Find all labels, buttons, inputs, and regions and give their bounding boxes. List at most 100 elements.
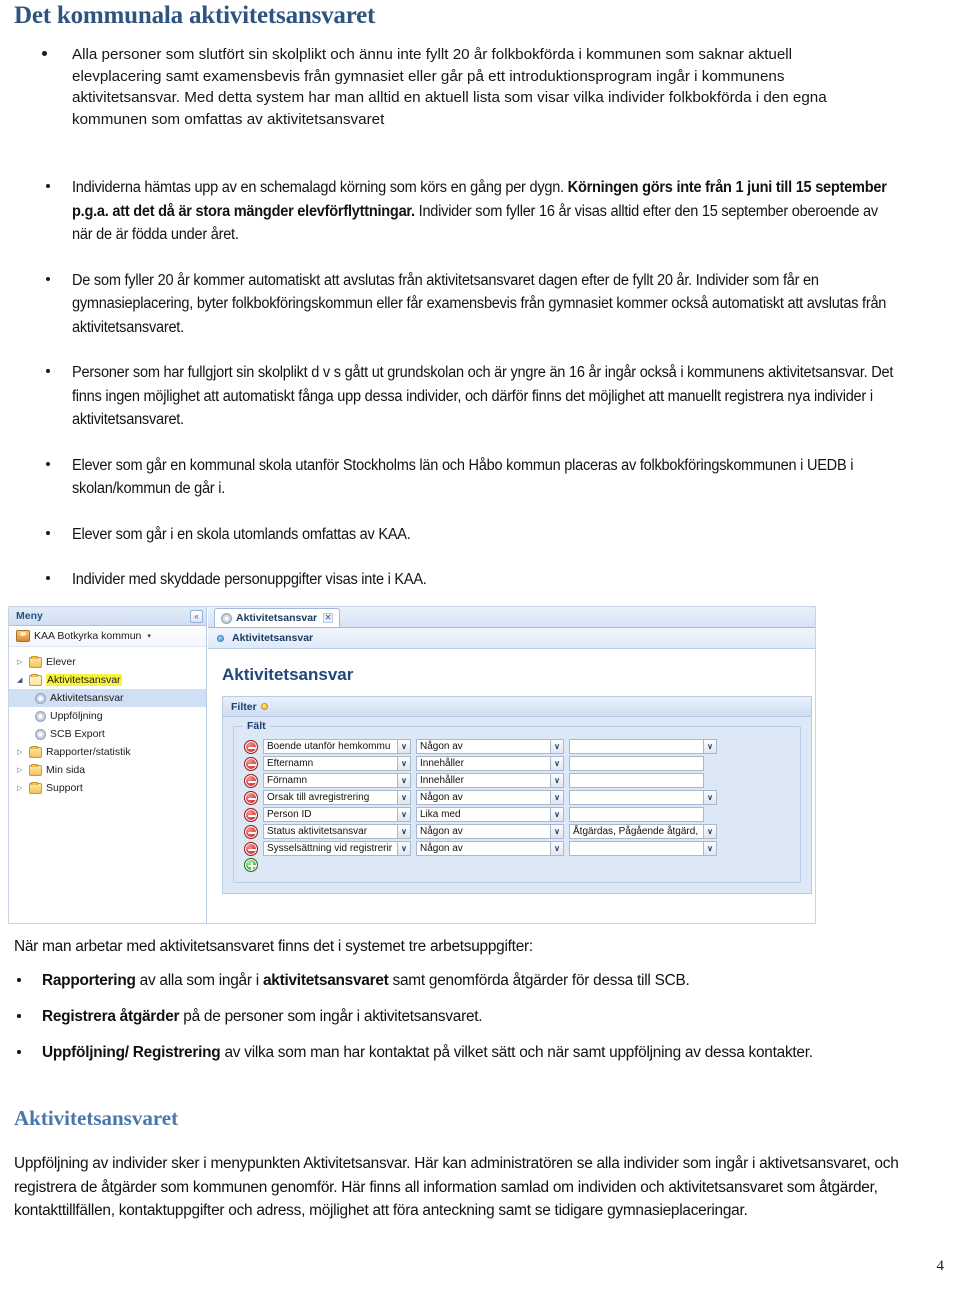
chevron-right-icon[interactable]: ▷ [17, 767, 25, 774]
filter-value-select[interactable]: ∨ [569, 841, 717, 856]
filter-value-input[interactable] [569, 807, 704, 822]
filter-field-select[interactable]: Sysselsättning vid registrerir ∨ [263, 841, 411, 856]
chevron-down-icon[interactable]: ∨ [550, 808, 563, 821]
chevron-down-icon[interactable]: ∨ [550, 740, 563, 753]
filter-value-input[interactable] [569, 773, 704, 788]
tree-item-aktivitetsansvar[interactable]: ◢ Aktivitetsansvar [9, 671, 206, 689]
chevron-down-icon[interactable]: ∨ [397, 825, 410, 838]
filter-field-select-value: Boende utanför hemkommu [267, 741, 391, 752]
chevron-down-icon[interactable]: ◢ [17, 677, 25, 684]
page-title: Det kommunala aktivitetsansvaret [14, 2, 376, 29]
tree-item-scb-export[interactable]: SCB Export [9, 725, 206, 743]
chevron-down-icon[interactable]: ∨ [397, 774, 410, 787]
bullet-dot-icon [46, 530, 50, 535]
chevron-down-icon[interactable]: ∨ [397, 808, 410, 821]
filter-value-select-value [570, 791, 703, 804]
tree-item-uppf-ljning[interactable]: Uppföljning [9, 707, 206, 725]
narrow-bullet-list: Individerna hämtas upp av en schemalagd … [0, 176, 960, 592]
chevron-down-icon[interactable]: ∨ [703, 740, 716, 753]
chevron-right-icon[interactable]: ▷ [17, 785, 25, 792]
tree-item-min-sida[interactable]: ▷ Min sida [9, 761, 206, 779]
filter-field-select[interactable]: Boende utanför hemkommu ∨ [263, 739, 411, 754]
narrow-bullet-text: Elever som går en kommunal skola utanför… [72, 456, 854, 498]
breadcrumb-label: Aktivitetsansvar [232, 632, 314, 644]
chevron-down-icon[interactable]: ∨ [550, 757, 563, 770]
folder-icon [29, 655, 42, 668]
filter-field-select[interactable]: Efternamn ∨ [263, 756, 411, 771]
gear-icon [35, 692, 46, 704]
filter-operator-select[interactable]: Någon av ∨ [416, 824, 564, 839]
chevron-down-icon[interactable]: ∨ [397, 740, 410, 753]
remove-filter-row-icon[interactable] [244, 807, 258, 822]
chevron-down-icon[interactable]: ∨ [550, 791, 563, 804]
chevron-right-icon[interactable]: ▷ [17, 659, 25, 666]
chevron-down-icon[interactable]: ∨ [397, 842, 410, 855]
filter-value-select[interactable]: ∨ [569, 790, 717, 805]
work-task-text: Registrera åtgärder på de personer som i… [42, 1008, 483, 1025]
filter-operator-select[interactable]: Lika med ∨ [416, 807, 564, 822]
tree-item-support[interactable]: ▷ Support [9, 779, 206, 797]
filter-operator-select[interactable]: Innehåller ∨ [416, 773, 564, 788]
filter-field-select-value: Orsak till avregistrering [267, 792, 370, 803]
list-item: Alla personer som slutfört sin skolplikt… [0, 44, 960, 130]
remove-filter-row-icon[interactable] [244, 739, 258, 754]
chevron-down-icon[interactable]: ∨ [550, 774, 563, 787]
filter-operator-select-value: Någon av [420, 792, 463, 803]
tree-item-rapporter-statistik[interactable]: ▷ Rapporter/statistik [9, 743, 206, 761]
remove-filter-row-icon[interactable] [244, 756, 258, 771]
chevron-down-icon[interactable]: ∨ [703, 791, 716, 804]
tab-aktivitetsansvar[interactable]: Aktivitetsansvar ✕ [214, 608, 341, 627]
filter-operator-select-value: Någon av [420, 826, 463, 837]
section-body: Uppföljning av individer sker i menypunk… [14, 1152, 919, 1223]
chevron-down-icon[interactable]: ∨ [703, 825, 716, 838]
filter-row: Boende utanför hemkommu ∨ Någon av ∨ ∨ [244, 739, 792, 754]
remove-filter-row-icon[interactable] [244, 824, 258, 839]
filter-operator-select[interactable]: Någon av ∨ [416, 790, 564, 805]
folder-icon [29, 673, 42, 686]
filter-value-select-value [570, 740, 703, 753]
filter-field-select[interactable]: Orsak till avregistrering ∨ [263, 790, 411, 805]
fields-legend: Fält [243, 720, 270, 732]
chevron-down-icon[interactable]: ∨ [550, 825, 563, 838]
menu-panel-header: Meny « [9, 607, 206, 626]
list-item: Registrera åtgärder på de personer som i… [0, 1006, 960, 1028]
narrow-bullet-text: Personer som har fullgjort sin skolplikt… [72, 364, 894, 428]
filter-field-select[interactable]: Förnamn ∨ [263, 773, 411, 788]
filter-field-select[interactable]: Status aktivitetsansvar ∨ [263, 824, 411, 839]
filter-field-select[interactable]: Person ID ∨ [263, 807, 411, 822]
filter-operator-select[interactable]: Innehåller ∨ [416, 756, 564, 771]
filter-value-select[interactable]: Åtgärdas, Pågående åtgärd, ∨ [569, 824, 717, 839]
chevron-down-icon[interactable]: ▾ [147, 632, 151, 640]
collapse-panel-icon[interactable]: « [190, 609, 203, 623]
account-selector[interactable]: KAA Botkyrka kommun ▾ [9, 626, 206, 647]
section-body-text: Uppföljning av individer sker i menypunk… [14, 1155, 899, 1219]
filter-panel-header[interactable]: Filter [223, 697, 811, 717]
filter-label: Filter [231, 700, 257, 713]
work-task-text: Rapportering av alla som ingår i aktivit… [42, 972, 690, 989]
filter-value-input[interactable] [569, 756, 704, 771]
filter-value-select[interactable]: ∨ [569, 739, 717, 754]
tree-item-label: SCB Export [50, 728, 105, 740]
close-icon[interactable]: ✕ [323, 613, 334, 623]
bullet-dot-icon [46, 576, 50, 580]
tree-item-aktivitetsansvar[interactable]: Aktivitetsansvar [9, 689, 206, 707]
add-row[interactable] [244, 858, 792, 872]
add-filter-row-icon[interactable] [244, 858, 258, 872]
chevron-down-icon[interactable]: ∨ [550, 842, 563, 855]
filter-operator-select[interactable]: Någon av ∨ [416, 739, 564, 754]
chevron-down-icon[interactable]: ∨ [397, 791, 410, 804]
bullet-dot-icon [17, 1050, 21, 1054]
account-label: KAA Botkyrka kommun [34, 630, 142, 642]
remove-filter-row-icon[interactable] [244, 790, 258, 805]
folder-icon [29, 745, 42, 758]
chevron-right-icon[interactable]: ▷ [17, 749, 25, 756]
page-number: 4 [936, 1258, 945, 1274]
filter-operator-select[interactable]: Någon av ∨ [416, 841, 564, 856]
list-item: Uppföljning/ Registrering av vilka som m… [0, 1042, 960, 1064]
filter-row: Sysselsättning vid registrerir ∨ Någon av ∨… [244, 841, 792, 856]
chevron-down-icon[interactable]: ∨ [397, 757, 410, 770]
chevron-down-icon[interactable]: ∨ [703, 842, 716, 855]
remove-filter-row-icon[interactable] [244, 773, 258, 788]
remove-filter-row-icon[interactable] [244, 841, 258, 856]
tree-item-elever[interactable]: ▷ Elever [9, 653, 206, 671]
